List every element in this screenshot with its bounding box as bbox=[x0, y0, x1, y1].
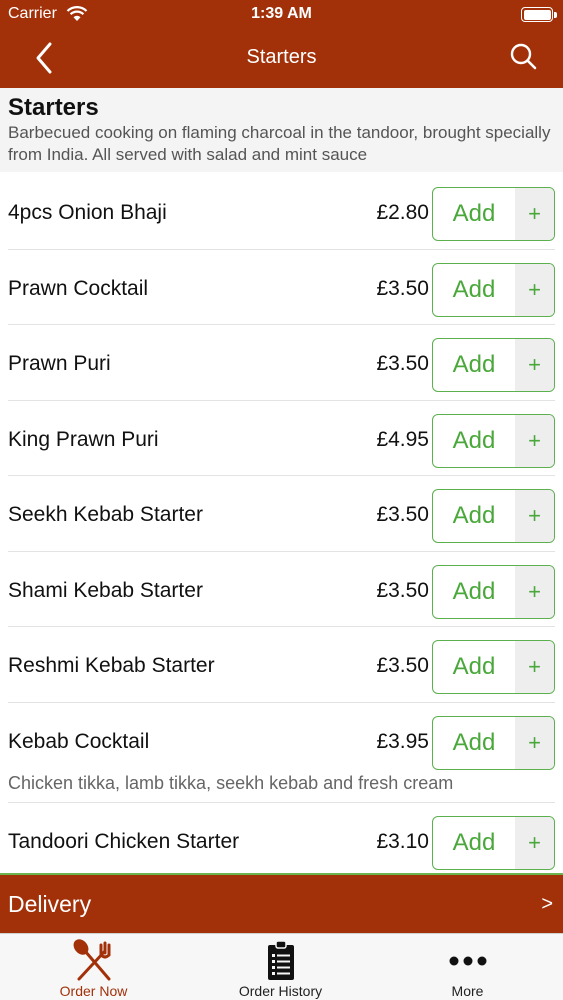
item-price: £4.95 bbox=[376, 427, 429, 451]
menu-item: Tandoori Chicken Starter £3.10 Add + bbox=[8, 803, 555, 879]
tab-label: Order History bbox=[238, 983, 323, 999]
menu-item: King Prawn Puri £4.95 Add + bbox=[8, 401, 555, 476]
tab-more[interactable]: More bbox=[374, 934, 563, 1000]
tab-label: Order Now bbox=[59, 983, 128, 999]
status-bar: Carrier 1:39 AM bbox=[0, 0, 563, 28]
plus-icon: + bbox=[515, 339, 554, 391]
delivery-bar[interactable]: Delivery > bbox=[0, 873, 563, 933]
add-label: Add bbox=[452, 502, 496, 529]
menu-item: Prawn Puri £3.50 Add + bbox=[8, 325, 555, 401]
menu-item: 4pcs Onion Bhaji £2.80 Add + bbox=[8, 174, 555, 250]
search-icon[interactable] bbox=[509, 42, 539, 72]
section-description: Barbecued cooking on flaming charcoal in… bbox=[8, 123, 551, 164]
item-name: Kebab Cocktail bbox=[8, 729, 150, 753]
add-label: Add bbox=[452, 351, 496, 378]
menu-item: Reshmi Kebab Starter £3.50 Add + bbox=[8, 627, 555, 703]
menu-item: Shami Kebab Starter £3.50 Add + bbox=[8, 552, 555, 627]
add-label: Add bbox=[452, 275, 496, 303]
chevron-right-icon: > bbox=[541, 893, 553, 915]
fork-knife-icon bbox=[0, 938, 187, 984]
item-price: £3.95 bbox=[376, 729, 429, 753]
add-label: Add bbox=[452, 426, 496, 454]
item-price: £2.80 bbox=[376, 201, 429, 224]
plus-icon: + bbox=[515, 641, 554, 693]
add-button[interactable]: Add + bbox=[432, 815, 555, 870]
add-button[interactable]: Add + bbox=[432, 715, 555, 770]
clipboard-list-icon bbox=[187, 938, 374, 984]
item-name: Prawn Puri bbox=[8, 352, 111, 375]
item-price: £3.50 bbox=[376, 276, 429, 300]
item-name: Shami Kebab Starter bbox=[8, 578, 203, 602]
item-name: Reshmi Kebab Starter bbox=[8, 654, 215, 677]
add-label: Add bbox=[452, 728, 496, 756]
add-button[interactable]: Add + bbox=[432, 564, 555, 619]
delivery-label: Delivery bbox=[8, 891, 92, 917]
menu-list: 4pcs Onion Bhaji £2.80 Add + Prawn Cockt… bbox=[0, 174, 563, 878]
plus-icon: + bbox=[515, 263, 554, 316]
menu-item: Kebab Cocktail £3.95 Add + Chicken tikka… bbox=[8, 703, 555, 803]
tab-bar: Order Now Order History More bbox=[0, 933, 563, 1000]
add-button[interactable]: Add + bbox=[432, 338, 555, 392]
plus-icon: + bbox=[515, 565, 554, 618]
item-price: £3.50 bbox=[376, 578, 429, 602]
add-label: Add bbox=[452, 828, 496, 856]
item-name: Tandoori Chicken Starter bbox=[8, 829, 240, 853]
section-title: Starters bbox=[8, 94, 99, 121]
add-button[interactable]: Add + bbox=[432, 187, 555, 241]
add-button[interactable]: Add + bbox=[432, 640, 555, 694]
plus-icon: + bbox=[515, 490, 554, 542]
add-button[interactable]: Add + bbox=[432, 413, 555, 468]
add-button[interactable]: Add + bbox=[432, 489, 555, 543]
item-description: Chicken tikka, lamb tikka, seekh kebab a… bbox=[8, 772, 454, 793]
more-dots-icon bbox=[374, 938, 561, 984]
battery-icon bbox=[521, 7, 557, 22]
item-name: Prawn Cocktail bbox=[8, 276, 149, 300]
add-label: Add bbox=[452, 577, 496, 605]
item-name: Seekh Kebab Starter bbox=[8, 503, 203, 526]
menu-item: Prawn Cocktail £3.50 Add + bbox=[8, 250, 555, 325]
item-name: King Prawn Puri bbox=[8, 427, 159, 451]
add-label: Add bbox=[452, 200, 496, 227]
tab-label: More bbox=[451, 983, 484, 999]
section-header: Starters Barbecued cooking on flaming ch… bbox=[0, 88, 563, 172]
page-title: Starters bbox=[246, 46, 317, 68]
item-price: £3.50 bbox=[376, 352, 429, 375]
item-name: 4pcs Onion Bhaji bbox=[8, 201, 167, 224]
tab-order-now[interactable]: Order Now bbox=[0, 934, 187, 1000]
add-button[interactable]: Add + bbox=[432, 262, 555, 317]
tab-order-history[interactable]: Order History bbox=[187, 934, 374, 1000]
add-label: Add bbox=[452, 653, 496, 680]
status-time: 1:39 AM bbox=[251, 5, 312, 22]
item-price: £3.50 bbox=[376, 654, 429, 677]
nav-bar: Starters bbox=[0, 28, 563, 88]
menu-item: Seekh Kebab Starter £3.50 Add + bbox=[8, 476, 555, 552]
plus-icon: + bbox=[515, 414, 554, 467]
plus-icon: + bbox=[515, 716, 554, 769]
item-price: £3.50 bbox=[376, 503, 429, 526]
plus-icon: + bbox=[515, 188, 554, 240]
plus-icon: + bbox=[515, 816, 554, 869]
item-price: £3.10 bbox=[376, 829, 429, 853]
